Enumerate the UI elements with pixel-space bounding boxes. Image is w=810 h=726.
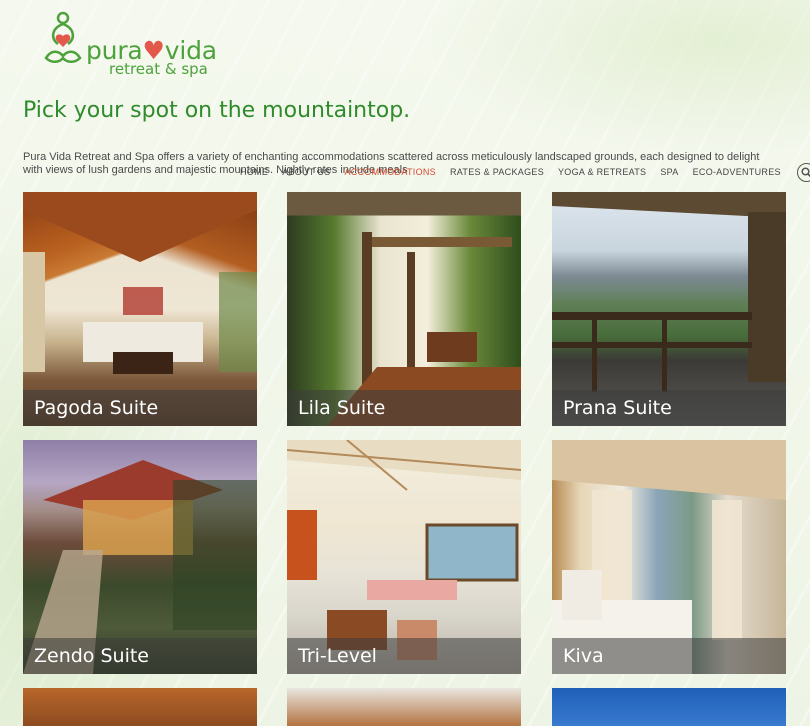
nav-accommodations[interactable]: ACCOMMODATIONS (344, 167, 436, 177)
room-name: Prana Suite (552, 390, 786, 426)
search-icon[interactable] (796, 162, 810, 182)
room-name: Pagoda Suite (23, 390, 257, 426)
room-photo (287, 688, 521, 726)
room-name: Tri-Level (287, 638, 521, 674)
room-photo (23, 688, 257, 726)
site-logo[interactable]: pura♥vida retreat & spa (42, 8, 242, 80)
room-name: Kiva (552, 638, 786, 674)
nav-eco-adventures[interactable]: ECO-ADVENTURES (693, 167, 781, 177)
room-tile-row3-3[interactable] (552, 688, 786, 726)
yoga-figure-icon (44, 11, 82, 63)
nav-home[interactable]: HOME (240, 167, 268, 177)
room-photo (552, 688, 786, 726)
room-tile-prana-suite[interactable]: Prana Suite (552, 192, 786, 426)
page-title: Pick your spot on the mountaintop. (23, 98, 411, 123)
room-tile-tri-level[interactable]: Tri-Level (287, 440, 521, 674)
room-tile-kiva[interactable]: Kiva (552, 440, 786, 674)
nav-yoga-retreats[interactable]: YOGA & RETREATS (558, 167, 646, 177)
room-name: Zendo Suite (23, 638, 257, 674)
nav-spa[interactable]: SPA (660, 167, 678, 177)
room-tile-zendo-suite[interactable]: Zendo Suite (23, 440, 257, 674)
room-tile-row3-1[interactable] (23, 688, 257, 726)
brand-tagline: retreat & spa (109, 60, 208, 78)
room-tile-pagoda-suite[interactable]: Pagoda Suite (23, 192, 257, 426)
nav-about-us[interactable]: ABOUT US (282, 167, 330, 177)
nav-rates-packages[interactable]: RATES & PACKAGES (450, 167, 544, 177)
main-nav: HOME ABOUT US ACCOMMODATIONS RATES & PAC… (240, 162, 810, 182)
room-tile-row3-2[interactable] (287, 688, 521, 726)
room-name: Lila Suite (287, 390, 521, 426)
room-tile-lila-suite[interactable]: Lila Suite (287, 192, 521, 426)
